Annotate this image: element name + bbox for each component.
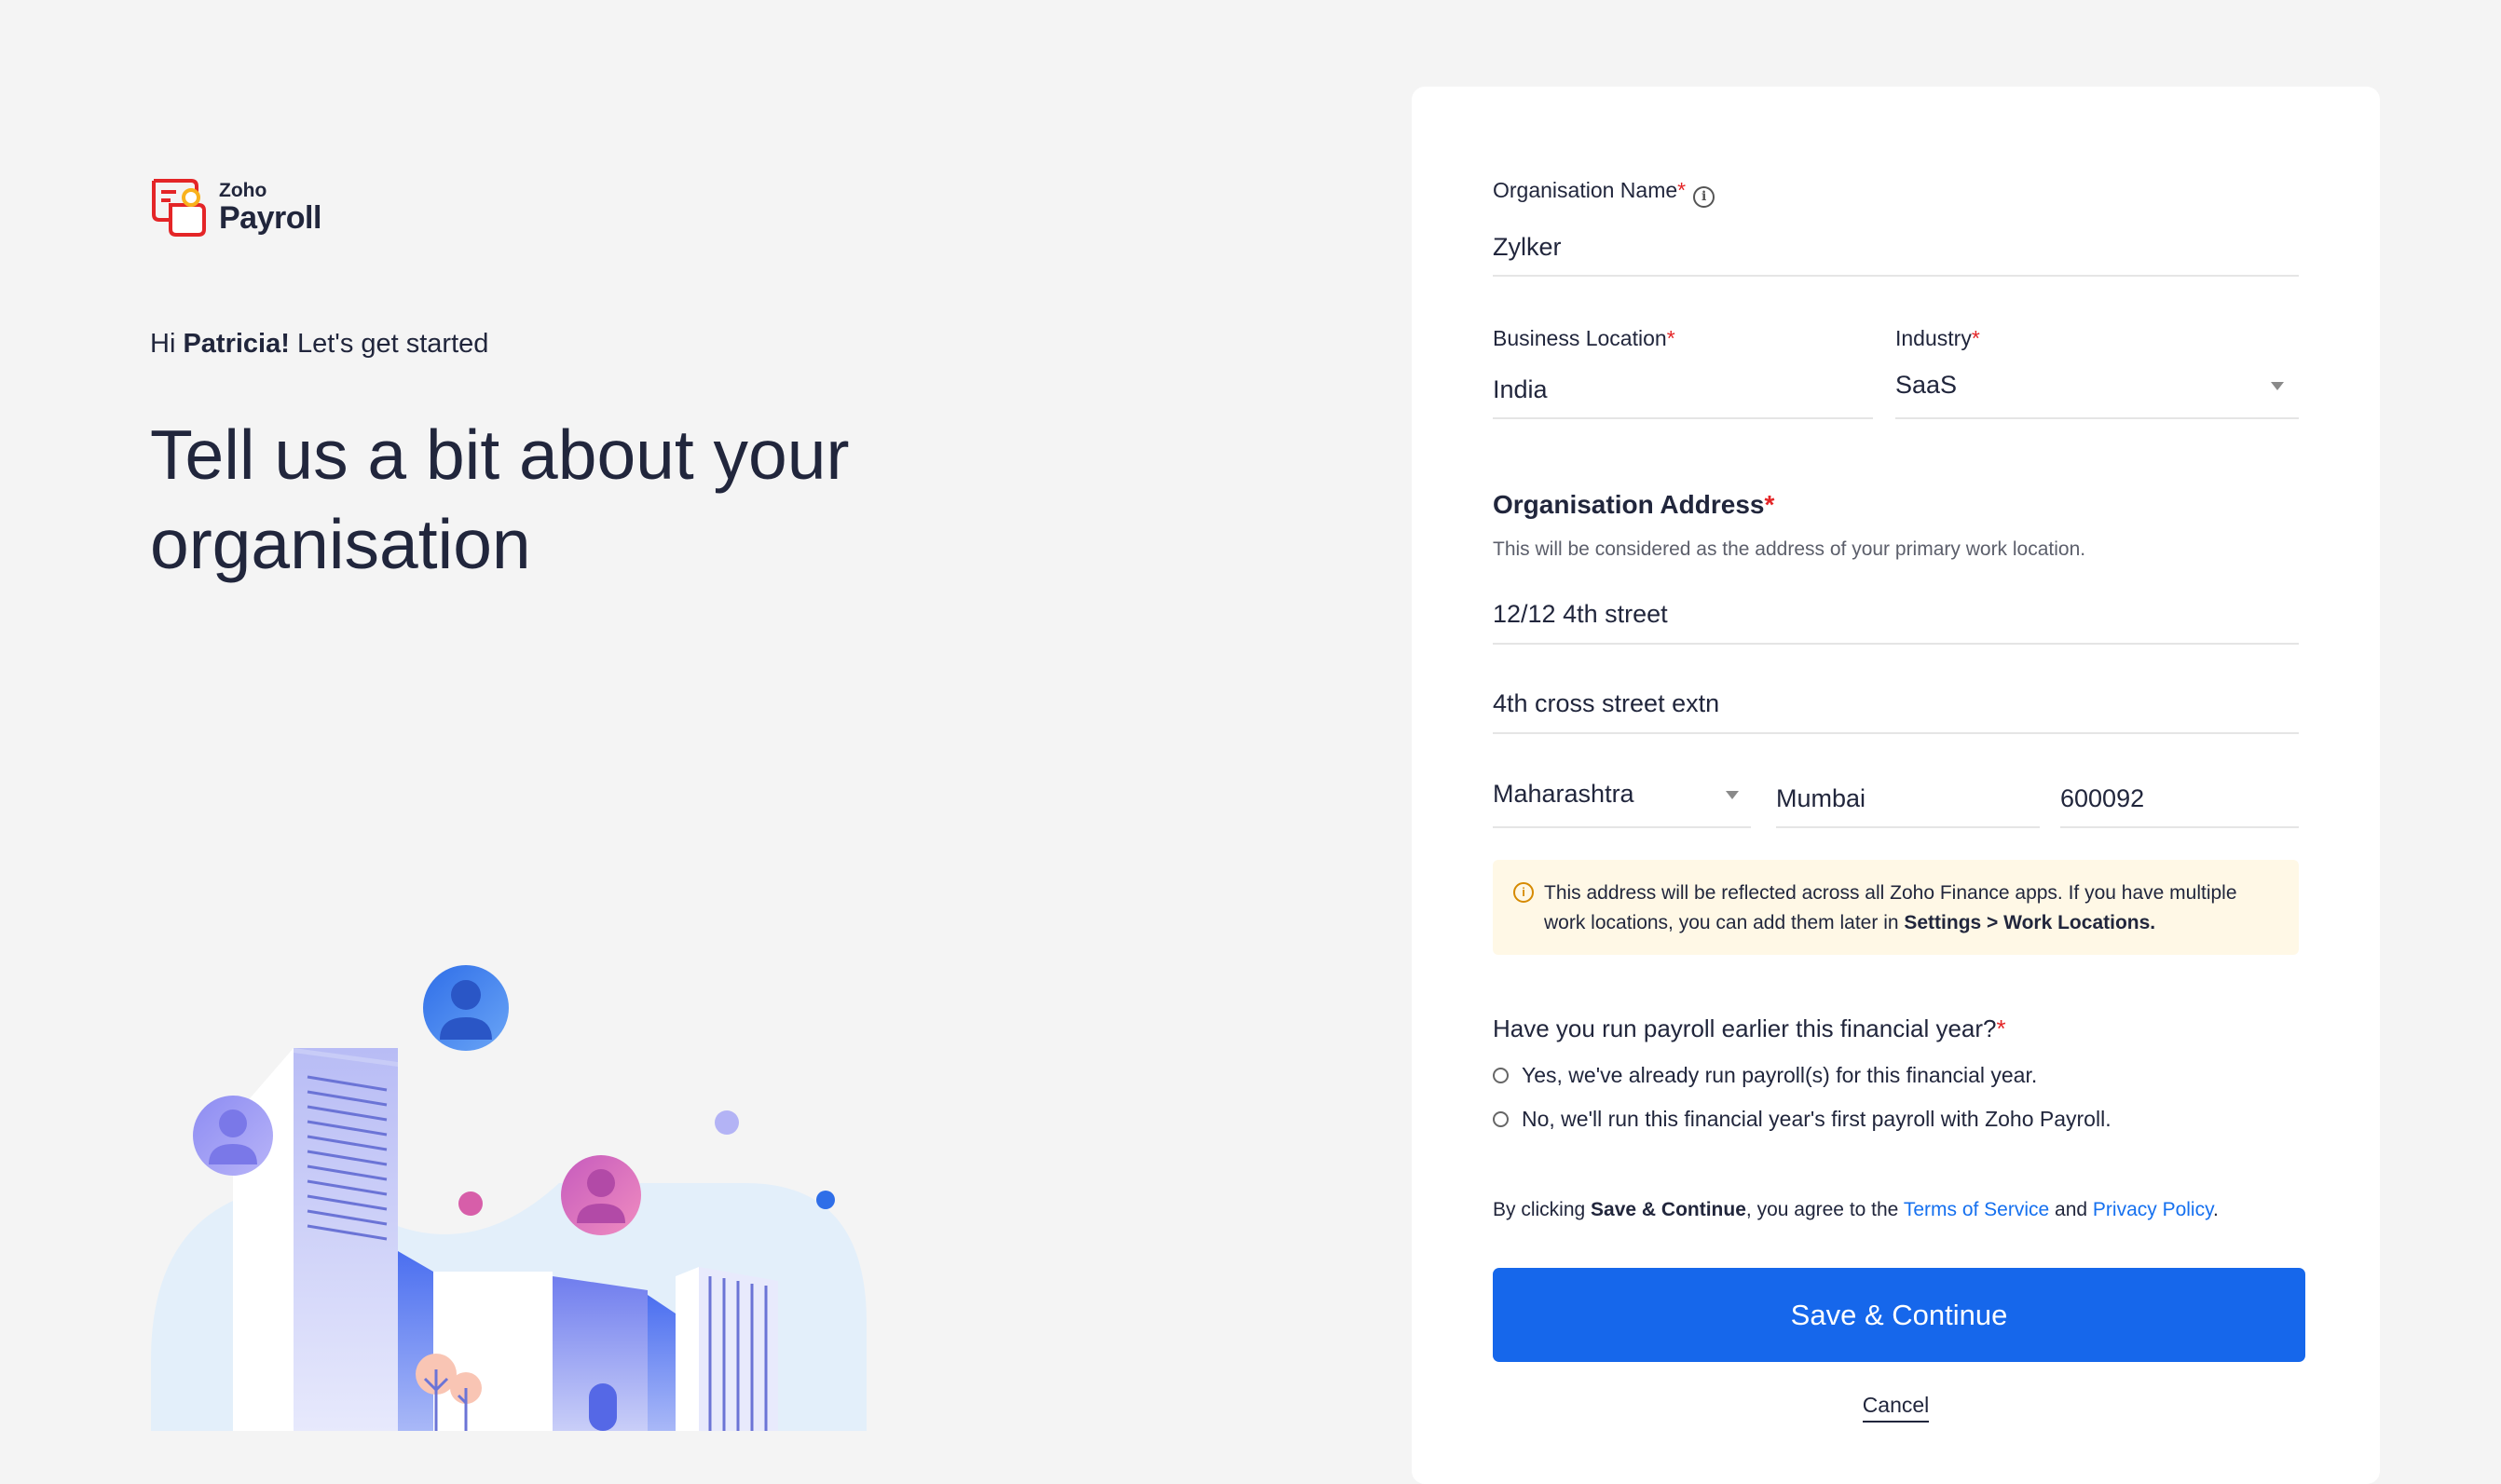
greeting-suffix: Let's get started [289,329,489,359]
terms-button-ref: Save & Continue [1591,1199,1746,1220]
business-location-input[interactable] [1493,371,1873,419]
address-street1-input[interactable] [1493,594,2299,645]
organisation-form-card: Organisation Name*i Business Location* I… [1412,87,2380,1484]
headline-line-1: Tell us a bit about your [150,415,850,494]
terms-middle: , you agree to the [1745,1199,1904,1220]
address-title-text: Organisation Address [1493,490,1765,519]
industry-label: Industry* [1895,326,1980,351]
notice-end: . [2150,912,2156,933]
org-name-input[interactable] [1493,228,2299,277]
cancel-container: Cancel [1412,1393,2380,1423]
payroll-question-text: Have you run payroll earlier this financ… [1493,1014,1997,1042]
radio-option-yes[interactable]: Yes, we've already run payroll(s) for th… [1493,1063,2037,1088]
greeting: Hi Patricia! Let's get started [150,329,488,360]
radio-button[interactable] [1493,1068,1509,1083]
business-location-label-text: Business Location [1493,326,1667,350]
org-name-label-text: Organisation Name [1493,178,1678,202]
state-select[interactable]: Maharashtra [1493,780,1751,828]
required-mark: * [1677,178,1687,202]
radio-option-no[interactable]: No, we'll run this financial year's firs… [1493,1107,2112,1132]
chevron-down-icon [2271,382,2284,390]
city-input[interactable] [1776,780,2040,828]
terms-notice: By clicking Save & Continue, you agree t… [1493,1199,2219,1221]
user-name: Patricia! [183,329,290,359]
zip-input[interactable] [2060,780,2299,828]
radio-button[interactable] [1493,1111,1509,1127]
info-icon[interactable]: i [1693,186,1715,208]
radio-option-no-label: No, we'll run this financial year's firs… [1522,1107,2112,1131]
required-mark: * [1971,326,1980,350]
required-mark: * [1764,490,1775,519]
radio-option-yes-label: Yes, we've already run payroll(s) for th… [1522,1063,2038,1087]
page-headline: Tell us a bit about your organisation [150,410,989,589]
address-street2-input[interactable] [1493,684,2299,734]
office-buildings-illustration [151,965,867,1431]
logo-zoho-text: Zoho [219,179,267,201]
address-hint: This will be considered as the address o… [1493,538,2086,560]
privacy-policy-link[interactable]: Privacy Policy [2093,1199,2213,1220]
required-mark: * [1996,1014,2006,1042]
headline-line-2: organisation [150,505,531,583]
chevron-down-icon [1726,791,1739,799]
industry-label-text: Industry [1895,326,1972,350]
save-continue-button[interactable]: Save & Continue [1493,1268,2305,1362]
cancel-link[interactable]: Cancel [1862,1393,1930,1423]
terms-of-service-link[interactable]: Terms of Service [1904,1199,2049,1220]
logo-product-text: Payroll [219,199,321,236]
address-notice: i This address will be reflected across … [1493,860,2299,955]
notice-settings-path: Settings > Work Locations [1904,912,2151,933]
required-mark: * [1666,326,1675,350]
terms-end: . [2213,1199,2219,1220]
industry-select[interactable]: SaaS [1895,371,2299,419]
payroll-question: Have you run payroll earlier this financ… [1493,1014,2006,1043]
terms-and: and [2049,1199,2093,1220]
greeting-prefix: Hi [150,329,184,359]
payroll-logo-icon [152,179,206,237]
address-section-title: Organisation Address* [1493,490,1774,520]
business-location-label: Business Location* [1493,326,1675,351]
info-warning-icon: i [1513,882,1534,903]
zoho-payroll-logo: Zoho Payroll [150,177,321,237]
terms-prefix: By clicking [1493,1199,1592,1220]
org-name-label: Organisation Name* i [1493,178,1715,208]
